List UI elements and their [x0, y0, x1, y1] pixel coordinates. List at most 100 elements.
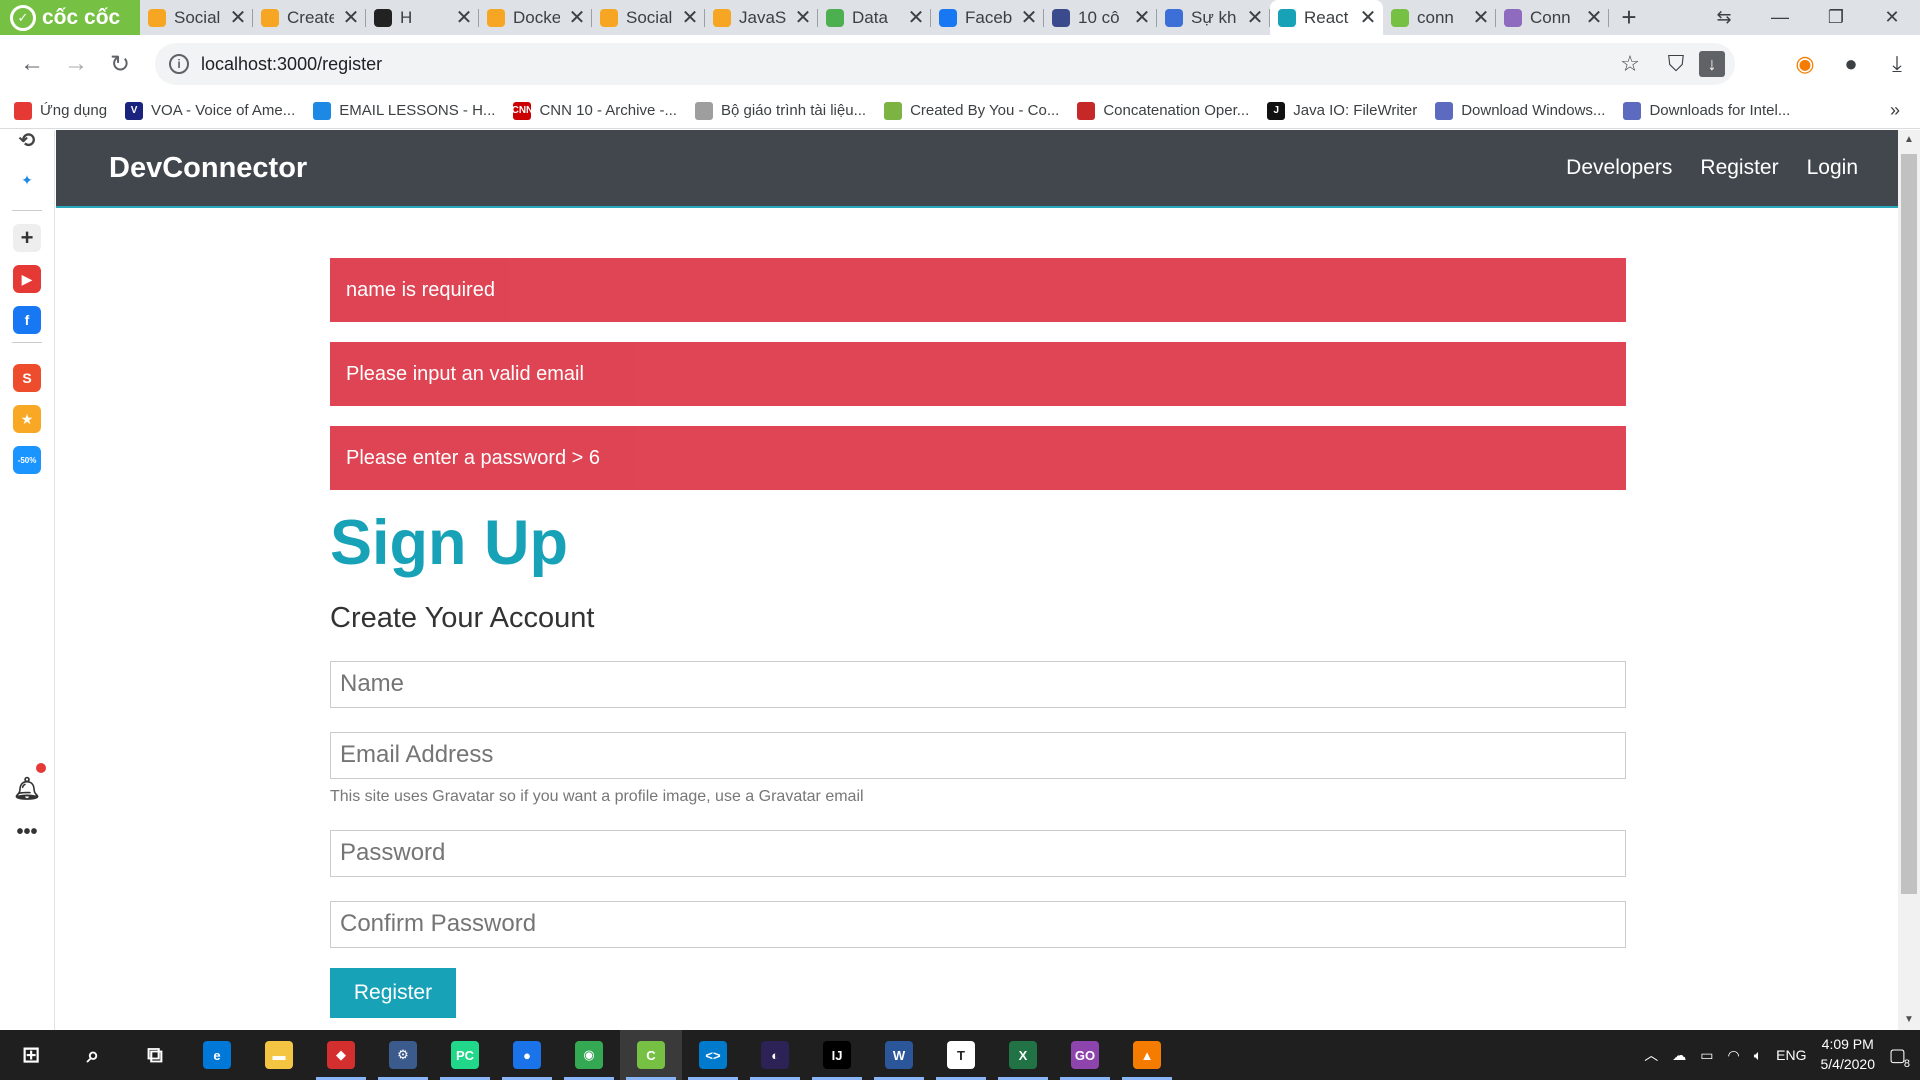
tab-close-icon[interactable]: ✕: [342, 5, 360, 30]
bookmark-item[interactable]: Ứng dụng: [14, 101, 107, 120]
start-taskbar-button[interactable]: ⊞: [0, 1030, 62, 1080]
bookmark-item[interactable]: Download Windows...: [1435, 101, 1605, 120]
search-taskbar-button[interactable]: ⌕: [62, 1030, 124, 1080]
browser-tab[interactable]: Create ✕: [253, 0, 366, 35]
browser-tab[interactable]: Faceb ✕: [931, 0, 1044, 35]
youtube-icon[interactable]: ▶: [13, 265, 41, 293]
minimize-button[interactable]: —: [1752, 0, 1808, 35]
bookmark-item[interactable]: CNN CNN 10 - Archive -...: [512, 101, 677, 120]
mysql-taskbar-button[interactable]: ⚙: [372, 1030, 434, 1080]
bookmarks-overflow-icon[interactable]: »: [1890, 100, 1900, 121]
car-app-taskbar-button[interactable]: ◆: [310, 1030, 372, 1080]
nav-link-login[interactable]: Login: [1807, 156, 1858, 180]
battery-icon[interactable]: ▭: [1700, 1047, 1713, 1064]
downloads-icon[interactable]: ⤓: [1874, 51, 1920, 77]
more-options-icon[interactable]: •••: [13, 818, 41, 846]
onedrive-icon[interactable]: ☁: [1672, 1047, 1686, 1064]
volume-icon[interactable]: 🔈︎: [1754, 1047, 1762, 1064]
bookmark-item[interactable]: Downloads for Intel...: [1623, 101, 1790, 120]
browser-tab[interactable]: Data ✕: [818, 0, 931, 35]
maximize-button[interactable]: ❐: [1808, 0, 1864, 35]
eclipse-taskbar-button[interactable]: ◐: [744, 1030, 806, 1080]
profile-icon[interactable]: ●: [1828, 51, 1874, 77]
tab-close-icon[interactable]: ✕: [907, 5, 925, 30]
vscode-taskbar-button[interactable]: <>: [682, 1030, 744, 1080]
typora-taskbar-button[interactable]: T: [930, 1030, 992, 1080]
wifi-icon[interactable]: ◠: [1728, 1047, 1740, 1064]
bookmark-item[interactable]: EMAIL LESSONS - H...: [313, 101, 495, 120]
new-tab-button[interactable]: +: [1609, 0, 1649, 35]
name-input[interactable]: [330, 660, 1626, 708]
tab-close-icon[interactable]: ✕: [794, 5, 812, 30]
browser-brand-button[interactable]: ✓ cốc cốc: [0, 0, 140, 35]
maps-taskbar-button[interactable]: ●: [496, 1030, 558, 1080]
language-indicator[interactable]: ENG: [1776, 1047, 1806, 1063]
messenger-icon[interactable]: ✦: [13, 166, 41, 194]
scroll-down-arrow-icon[interactable]: ▼: [1898, 1010, 1920, 1030]
browser-tab[interactable]: H ✕: [366, 0, 479, 35]
excel-taskbar-button[interactable]: X: [992, 1030, 1054, 1080]
bookmark-item[interactable]: Created By You - Co...: [884, 101, 1059, 120]
browser-tab[interactable]: JavaS ✕: [705, 0, 818, 35]
word-taskbar-button[interactable]: W: [868, 1030, 930, 1080]
vlc-taskbar-button[interactable]: ▲: [1116, 1030, 1178, 1080]
nav-link-developers[interactable]: Developers: [1566, 156, 1672, 180]
bookmark-item[interactable]: Concatenation Oper...: [1077, 101, 1249, 120]
bookmark-star-icon[interactable]: ☆: [1607, 51, 1653, 77]
action-center-icon[interactable]: ▢ 8: [1889, 1045, 1910, 1070]
tab-close-icon[interactable]: ✕: [1585, 5, 1603, 30]
browser-tab[interactable]: Social ✕: [592, 0, 705, 35]
browser-tab[interactable]: Conn ✕: [1496, 0, 1609, 35]
tab-close-icon[interactable]: ✕: [1472, 5, 1490, 30]
tab-close-icon[interactable]: ✕: [229, 5, 247, 30]
confirm-password-input[interactable]: [330, 900, 1626, 948]
tab-close-icon[interactable]: ✕: [1133, 5, 1151, 30]
browser-tab[interactable]: Docke ✕: [479, 0, 592, 35]
scroll-up-arrow-icon[interactable]: ▲: [1898, 130, 1920, 150]
coccoc-extension-icon[interactable]: ◉: [1782, 51, 1828, 77]
clock[interactable]: 4:09 PM 5/4/2020: [1820, 1035, 1875, 1074]
tab-close-icon[interactable]: ✕: [455, 5, 473, 30]
bookmark-item[interactable]: V VOA - Voice of Ame...: [125, 101, 295, 120]
password-input[interactable]: [330, 829, 1626, 877]
browser-tab[interactable]: 10 cô ✕: [1044, 0, 1157, 35]
email-input[interactable]: [330, 731, 1626, 779]
url-text[interactable]: localhost:3000/register: [201, 54, 382, 75]
app-logo[interactable]: DevConnector: [109, 152, 307, 185]
task-view-taskbar-button[interactable]: ⧉: [124, 1030, 186, 1080]
coccoc-taskbar-button[interactable]: C: [620, 1030, 682, 1080]
nav-link-register[interactable]: Register: [1700, 156, 1778, 180]
facebook-icon[interactable]: f: [13, 306, 41, 334]
intellij-taskbar-button[interactable]: IJ: [806, 1030, 868, 1080]
forward-button[interactable]: →: [54, 42, 98, 86]
bookmark-item[interactable]: Bộ giáo trình tài liệu...: [694, 101, 866, 120]
pycharm-taskbar-button[interactable]: PC: [434, 1030, 496, 1080]
reload-button[interactable]: ↻: [98, 42, 142, 86]
tab-close-icon[interactable]: ✕: [1246, 5, 1264, 30]
register-button[interactable]: Register: [330, 967, 456, 1018]
tab-close-icon[interactable]: ✕: [681, 5, 699, 30]
browser-tab[interactable]: conn ✕: [1383, 0, 1496, 35]
tab-close-icon[interactable]: ✕: [1020, 5, 1038, 30]
browser-tab[interactable]: Sự kh ✕: [1157, 0, 1270, 35]
page-scrollbar[interactable]: ▲ ▼: [1898, 130, 1920, 1030]
shopee-icon[interactable]: S: [13, 364, 41, 392]
chrome-taskbar-button[interactable]: ◉: [558, 1030, 620, 1080]
tray-expand-icon[interactable]: ︿: [1644, 1045, 1658, 1065]
goland-taskbar-button[interactable]: GO: [1054, 1030, 1116, 1080]
tab-close-icon[interactable]: ✕: [1359, 5, 1377, 30]
browser-tab[interactable]: React ✕: [1270, 0, 1383, 35]
tab-close-icon[interactable]: ✕: [568, 5, 586, 30]
site-info-icon[interactable]: i: [169, 54, 189, 74]
notification-bell-icon[interactable]: 🔔︎: [13, 775, 41, 803]
tab-search-icon[interactable]: ⇆: [1696, 0, 1752, 35]
tiki-icon[interactable]: -50%: [13, 446, 41, 474]
address-bar[interactable]: i localhost:3000/register ☆ ⛉ ↓: [155, 43, 1735, 85]
back-button[interactable]: ←: [10, 42, 54, 86]
history-icon[interactable]: ⟲: [13, 126, 41, 154]
game-icon[interactable]: ★: [13, 405, 41, 433]
add-icon[interactable]: +: [13, 224, 41, 252]
shield-icon[interactable]: ⛉: [1653, 51, 1699, 77]
scrollbar-thumb[interactable]: [1901, 154, 1917, 894]
file-explorer-taskbar-button[interactable]: ▬: [248, 1030, 310, 1080]
